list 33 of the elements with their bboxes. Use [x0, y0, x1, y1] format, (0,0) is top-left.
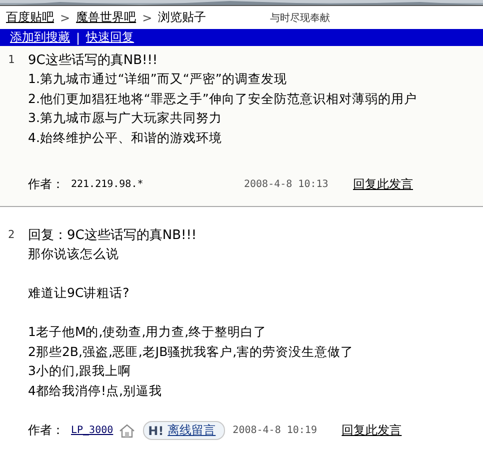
breadcrumb-separator: >	[60, 10, 70, 24]
post-text-line: 那你说该怎么说	[28, 245, 120, 263]
post-text-line: 1.第九城市通过“详细”而又“严密”的调查发现	[28, 70, 288, 88]
post-title: 9C这些话写的真NB!!!	[28, 52, 158, 68]
post-text-line: 2.他们更加猖狂地将“罪恶之手”伸向了安全防范意识相对薄弱的用户	[28, 90, 418, 108]
offline-message-button[interactable]: H! 离线留言	[143, 421, 225, 440]
toolbar-link[interactable]: 添加到搜藏	[10, 29, 70, 46]
author-name: 221.219.98.*	[71, 178, 144, 190]
post-text-line: 难道让9C讲粗话?	[28, 284, 130, 302]
post-title: 回复：9C这些话写的真NB!!!	[28, 226, 197, 244]
home-icon[interactable]	[119, 424, 136, 438]
post-text-line: 4.始终维护公平、和谐的游戏环境	[28, 128, 223, 146]
tagline: 与时尽现奉献	[270, 12, 330, 24]
post-date: 2008-4-8 10:19	[232, 425, 318, 436]
post-text-line: 4都给我消停!点,别逼我	[28, 382, 163, 400]
toolbar-separator: |	[76, 30, 80, 44]
breadcrumb-separator: >	[142, 10, 152, 24]
author-label: 作者：	[28, 176, 65, 192]
reply-link[interactable]: 回复此发言	[342, 422, 402, 439]
post-text-line: 2那些2B,强盗,恶匪,老JB骚扰我客户,害的劳资没生意做了	[28, 342, 355, 360]
post-text-line: 1老子他M的,使劲查,用力查,终于整明白了	[28, 323, 268, 341]
toolbar-link[interactable]: 快速回复	[86, 29, 134, 46]
reply-link[interactable]: 回复此发言	[353, 176, 413, 192]
post-date: 2008-4-8 10:13	[244, 178, 330, 190]
breadcrumb-link[interactable]: 百度贴吧	[6, 9, 54, 26]
post-text-line: 3.第九城市愿与广大玩家共同努力	[28, 109, 223, 127]
breadcrumb-current: 浏览贴子	[158, 9, 206, 26]
post-number: 1	[8, 53, 16, 66]
post-number: 2	[8, 228, 16, 241]
author-link[interactable]: LP_3000	[71, 425, 114, 436]
breadcrumb-link[interactable]: 魔兽世界吧	[76, 9, 136, 26]
author-label: 作者：	[28, 422, 65, 439]
post-text-line: 3小的们,跟我上啊	[28, 362, 132, 380]
